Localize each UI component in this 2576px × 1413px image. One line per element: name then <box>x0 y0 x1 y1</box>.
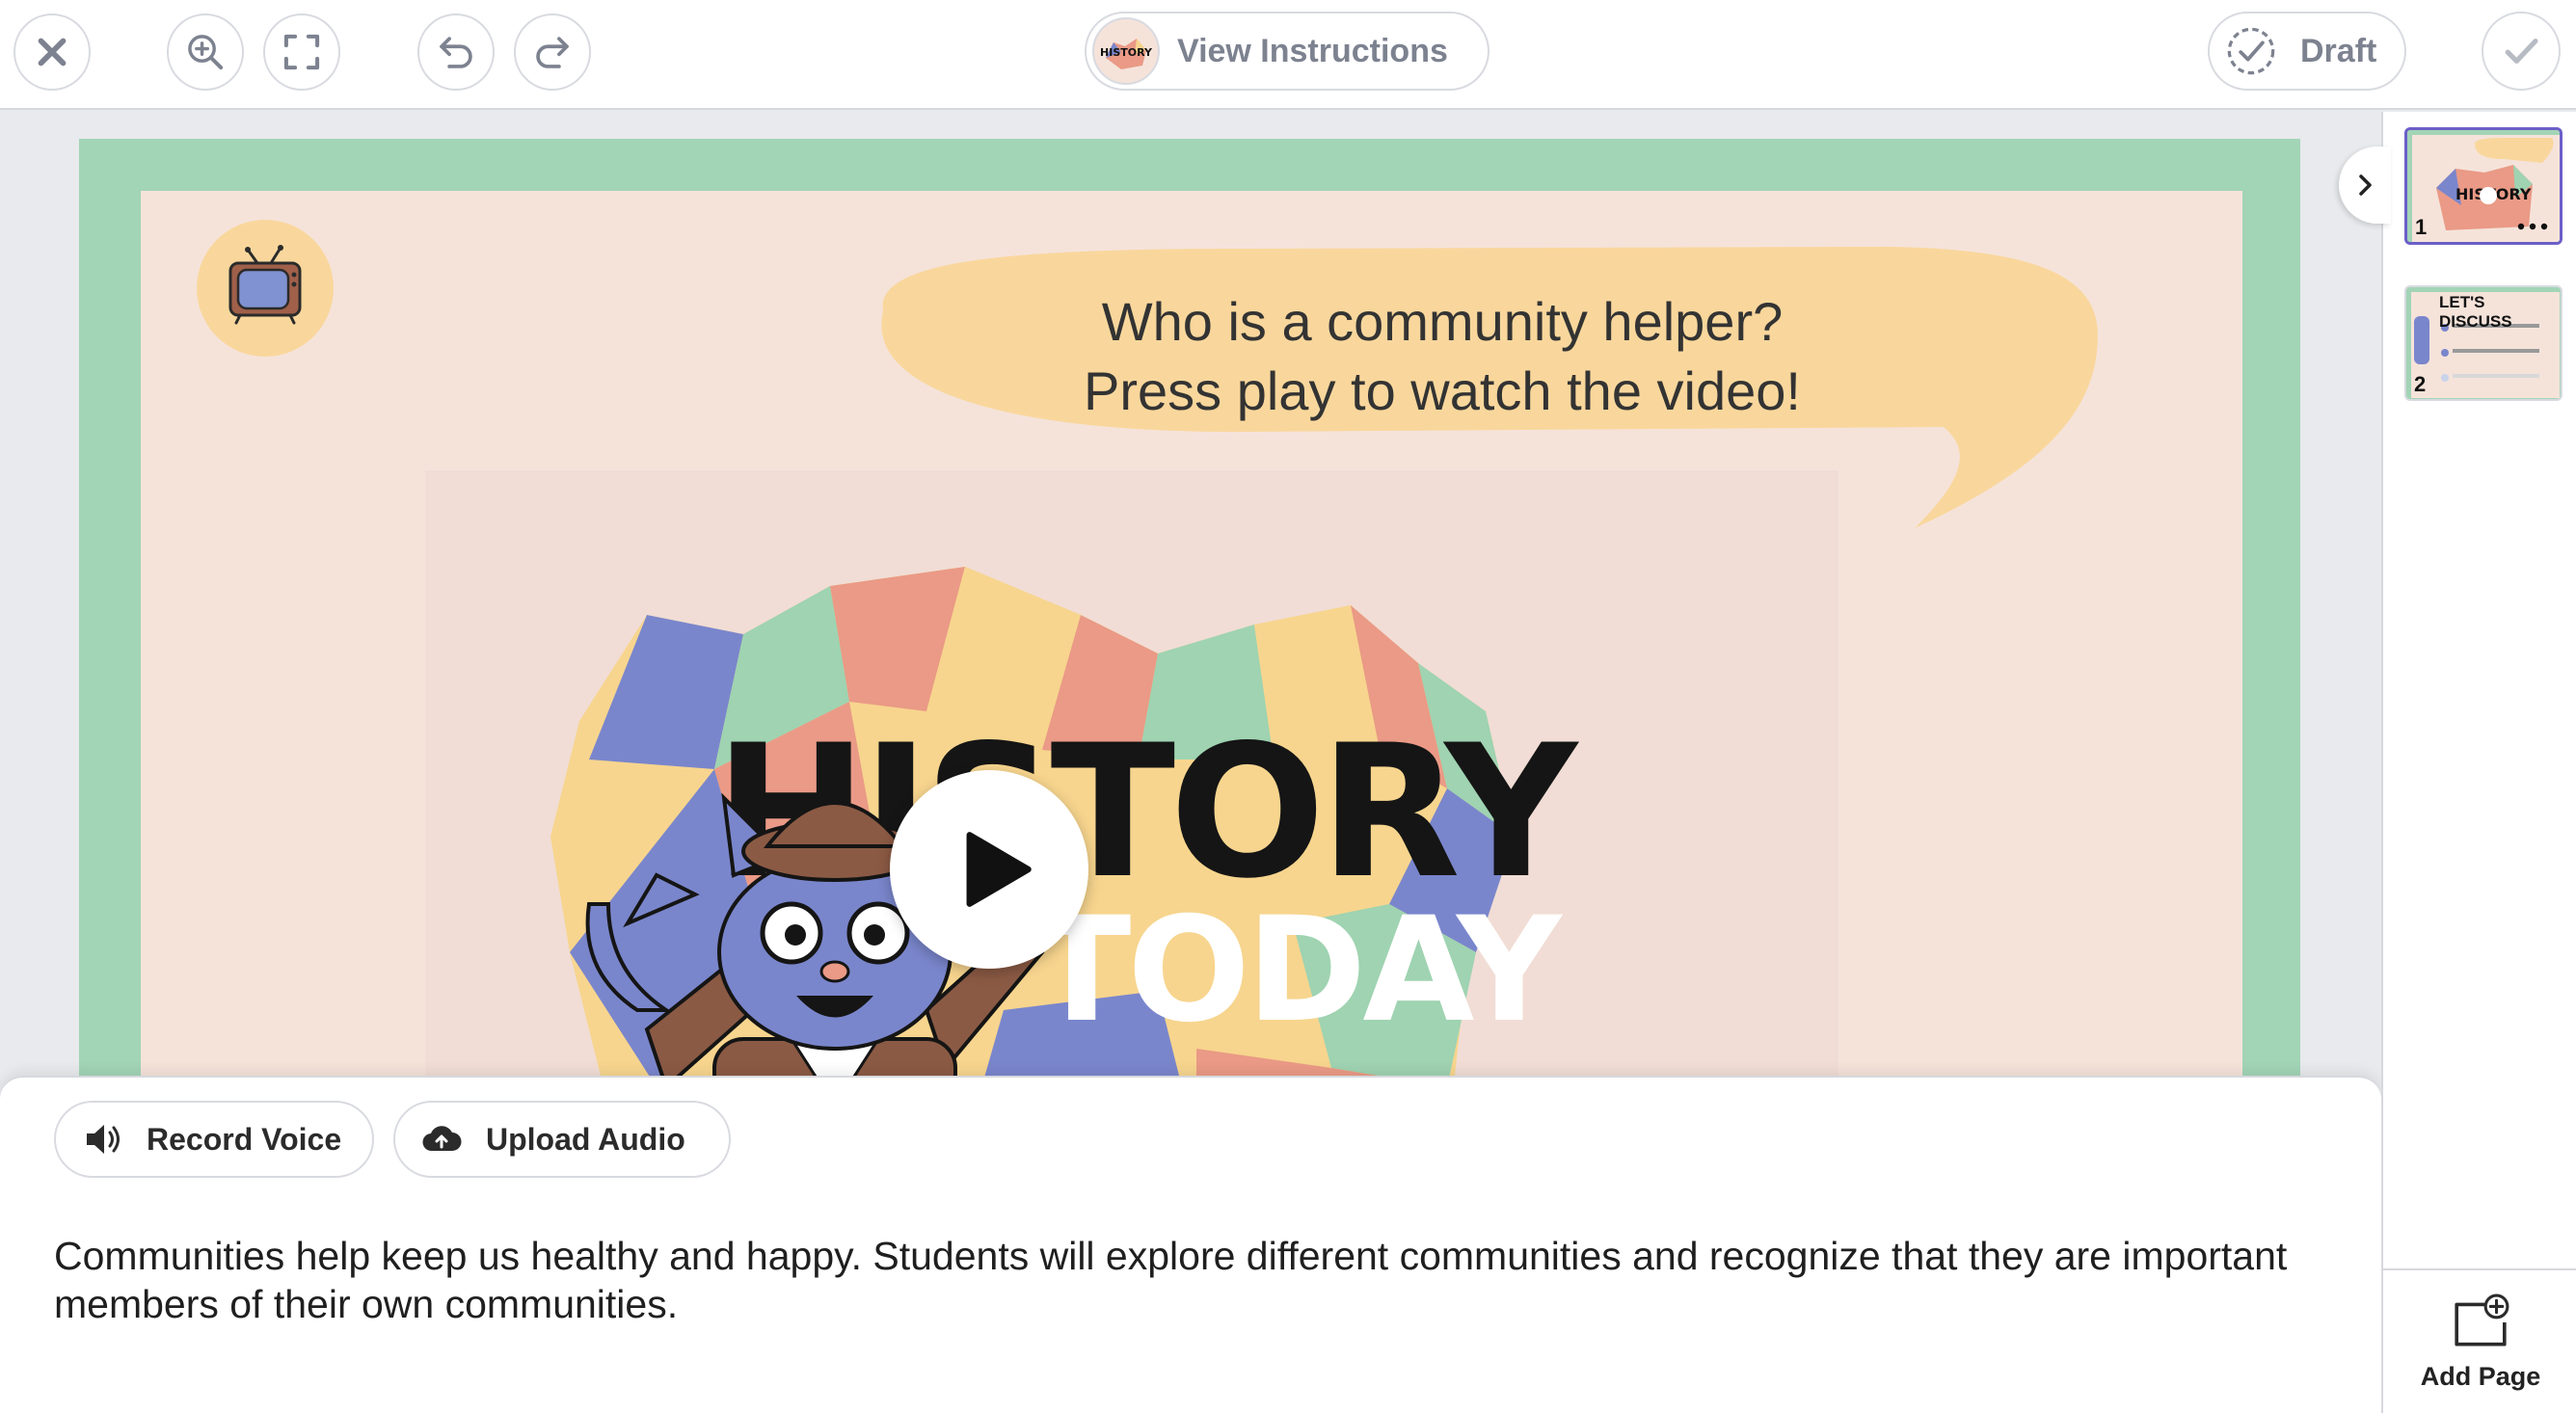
redo-button[interactable] <box>514 13 591 91</box>
close-button[interactable] <box>13 13 91 91</box>
zoom-in-button[interactable] <box>167 13 244 91</box>
view-instructions-button[interactable]: HISTORY View Instructions <box>1085 12 1489 91</box>
page-thumbnail-1[interactable]: HISTORY 1 <box>2404 127 2563 245</box>
record-voice-button[interactable]: Record Voice <box>54 1101 374 1178</box>
add-page-label: Add Page <box>2420 1361 2541 1391</box>
draft-status-button[interactable]: Draft <box>2208 12 2406 91</box>
page-2-heading: LET'S DISCUSS <box>2439 293 2512 331</box>
svg-text:HISTORY: HISTORY <box>1100 46 1153 59</box>
add-page-icon <box>2455 1293 2509 1346</box>
pages-panel: HISTORY 1 LET'S DISCUSS 2 <box>2381 112 2576 1413</box>
checkmark-icon <box>2505 39 2538 64</box>
draft-check-icon <box>2227 27 2275 75</box>
cloud-upload-icon <box>422 1126 462 1152</box>
draft-label: Draft <box>2300 32 2377 69</box>
undo-button[interactable] <box>417 13 495 91</box>
television-icon <box>228 245 302 325</box>
instructions-panel: Record Voice Upload Audio Communities he… <box>0 1076 2381 1413</box>
record-voice-label: Record Voice <box>147 1121 342 1157</box>
upload-audio-button[interactable]: Upload Audio <box>393 1101 731 1178</box>
top-toolbar: HISTORY View Instructions Draft <box>0 0 2576 110</box>
add-page-button[interactable]: Add Page <box>2383 1268 2576 1413</box>
fullscreen-button[interactable] <box>263 13 340 91</box>
play-icon <box>966 832 1032 907</box>
question-line-2: Press play to watch the video! <box>1084 360 1801 421</box>
upload-audio-label: Upload Audio <box>486 1121 685 1157</box>
chevron-right-icon <box>2359 174 2372 196</box>
app-window: HISTORY View Instructions Draft Who is a… <box>0 0 2576 1413</box>
tv-badge <box>197 220 334 357</box>
page-number-2: 2 <box>2414 372 2427 396</box>
more-options-icon[interactable] <box>2517 223 2548 230</box>
redo-icon <box>536 37 569 68</box>
page-thumbnail-2[interactable]: LET'S DISCUSS 2 <box>2404 285 2563 401</box>
video-artwork: HISTORY TODAY <box>550 567 1586 1145</box>
speaker-icon <box>87 1125 120 1154</box>
view-instructions-label: View Instructions <box>1177 32 1448 69</box>
publish-button[interactable] <box>2482 12 2561 91</box>
video-thumbnail[interactable]: HISTORY TODAY <box>425 470 1838 1145</box>
lesson-thumbnail-icon: HISTORY <box>1092 17 1160 85</box>
undo-icon <box>440 37 472 68</box>
page-number-1: 1 <box>2415 215 2428 239</box>
close-icon <box>38 38 67 67</box>
fullscreen-icon <box>283 34 320 70</box>
bubble-text: Who is a community helper? Press play to… <box>845 220 2156 426</box>
zoom-in-icon <box>188 35 224 70</box>
question-line-1: Who is a community helper? <box>1101 291 1784 352</box>
play-video-button[interactable] <box>890 770 1088 969</box>
video-title-today: TODAY <box>1033 887 1564 1054</box>
lesson-description[interactable]: Communities help keep us healthy and hap… <box>54 1232 2329 1328</box>
